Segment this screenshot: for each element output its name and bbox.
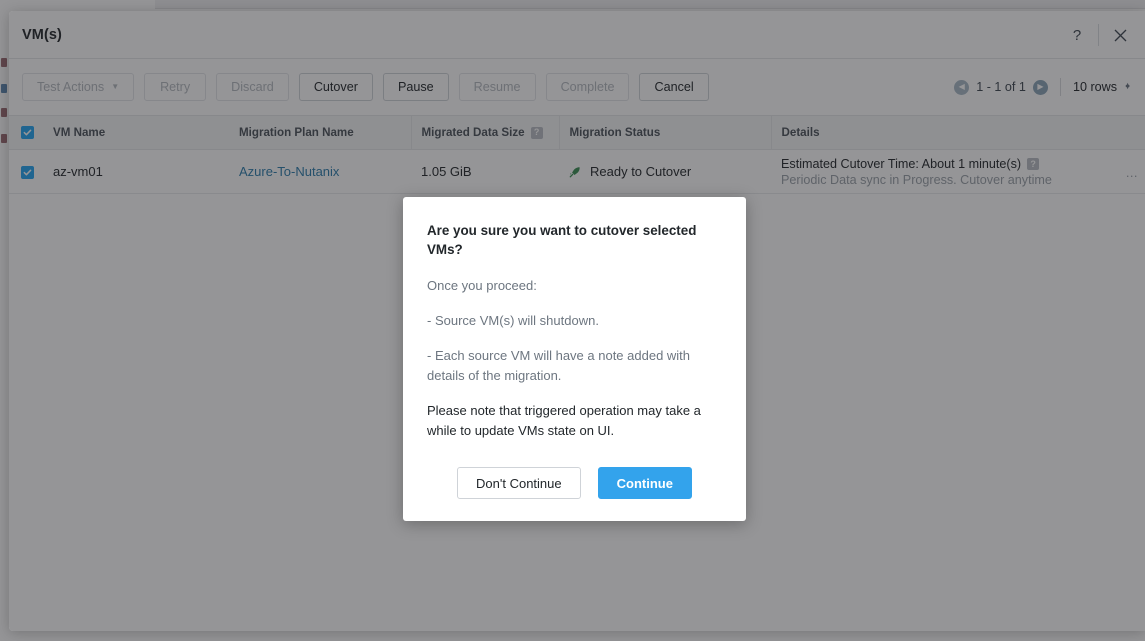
cancel-button[interactable]: Cancel — [639, 73, 709, 101]
table-header-row: VM Name Migration Plan Name Migrated Dat… — [9, 115, 1145, 150]
rows-per-page-select[interactable]: 10 rows ▲ ▼ — [1073, 80, 1131, 94]
dialog-paragraph-3: - Each source VM will have a note added … — [427, 348, 691, 383]
updown-caret-icon: ▲ ▼ — [1124, 82, 1131, 91]
page-title: VM(s) — [22, 26, 62, 43]
retry-button[interactable]: Retry — [144, 73, 207, 101]
resume-button[interactable]: Resume — [458, 73, 536, 101]
cutover-button[interactable]: Cutover — [298, 73, 373, 101]
dialog-actions: Don't Continue Continue — [427, 467, 722, 499]
complete-button[interactable]: Complete — [545, 73, 630, 101]
table-row[interactable]: az-vm01 Azure-To-Nutanix 1.05 GiB Ready … — [9, 149, 1145, 194]
dialog-paragraph-2: - Source VM(s) will shutdown. — [427, 313, 599, 328]
select-all-checkbox[interactable] — [21, 126, 34, 140]
chevron-down-icon: ▼ — [111, 82, 120, 91]
panel-header-actions: ? — [1060, 11, 1137, 59]
close-icon[interactable] — [1103, 18, 1137, 52]
continue-button[interactable]: Continue — [597, 467, 692, 499]
row-checkbox[interactable] — [21, 166, 34, 180]
row-select-cell — [9, 149, 43, 194]
green-rocket-icon — [569, 166, 581, 178]
cell-migration-status: Ready to Cutover — [559, 149, 771, 194]
cell-migrated-data-size: 1.05 GiB — [411, 149, 559, 194]
details-primary-text: Estimated Cutover Time: About 1 minute(s… — [781, 156, 1123, 172]
migration-plan-link[interactable]: Azure-To-Nutanix — [239, 164, 339, 179]
column-header-migrated-data-size[interactable]: Migrated Data Size? — [410, 115, 559, 150]
discard-button[interactable]: Discard — [216, 73, 289, 101]
details-primary-label: Estimated Cutover Time: About 1 minute(s… — [781, 156, 1022, 171]
column-header-migration-status[interactable]: Migration Status — [558, 115, 771, 150]
column-header-vm-name[interactable]: VM Name — [43, 115, 229, 150]
test-actions-button[interactable]: Test Actions ▼ — [22, 73, 135, 101]
pagination-range: 1 - 1 of 1 — [976, 80, 1026, 94]
pagination-controls: ◀ 1 - 1 of 1 ▶ 10 rows ▲ ▼ — [954, 59, 1131, 115]
chevron-left-icon[interactable]: ◀ — [954, 79, 970, 95]
cell-details: Estimated Cutover Time: About 1 minute(s… — [771, 149, 1145, 194]
dialog-paragraph-1: Once you proceed: — [427, 278, 537, 293]
help-icon[interactable]: ? — [1027, 158, 1040, 171]
column-header-details[interactable]: Details — [770, 115, 1145, 150]
column-header-migration-plan-name[interactable]: Migration Plan Name — [229, 115, 411, 150]
help-icon[interactable]: ? — [1060, 18, 1094, 52]
migration-status-label: Ready to Cutover — [590, 164, 692, 179]
rows-per-page-label: 10 rows — [1072, 80, 1118, 94]
details-secondary-text: Periodic Data sync in Progress. Cutover … — [781, 172, 1052, 187]
vm-table-wrap: VM Name Migration Plan Name Migrated Dat… — [9, 115, 1145, 194]
dialog-title: Are you sure you want to cutover selecte… — [427, 223, 697, 257]
cell-vm-name: az-vm01 — [43, 149, 229, 194]
column-header-migrated-data-size-label: Migrated Data Size — [421, 126, 525, 139]
select-all-cell — [9, 115, 43, 150]
header-divider — [1098, 24, 1099, 46]
chevron-right-icon[interactable]: ▶ — [1032, 79, 1048, 95]
panel-header: VM(s) ? — [9, 11, 1145, 59]
panel-toolbar: Test Actions ▼ Retry Discard Cutover Pau… — [9, 59, 1145, 115]
dont-continue-button[interactable]: Don't Continue — [457, 467, 581, 499]
vm-table: VM Name Migration Plan Name Migrated Dat… — [9, 115, 1145, 194]
pagination-divider — [1059, 78, 1061, 96]
test-actions-label: Test Actions — [37, 80, 105, 94]
cutover-confirm-dialog: Are you sure you want to cutover selecte… — [403, 197, 746, 521]
app-root: VM(s) ? Test Actions ▼ Retry Discard Cut… — [0, 0, 1145, 641]
dialog-paragraph-4: Please note that triggered operation may… — [427, 403, 701, 438]
details-overflow-icon[interactable]: … — [1125, 166, 1139, 180]
pause-button[interactable]: Pause — [382, 73, 449, 101]
cell-migration-plan-name: Azure-To-Nutanix — [229, 149, 411, 194]
help-icon[interactable]: ? — [530, 126, 543, 139]
